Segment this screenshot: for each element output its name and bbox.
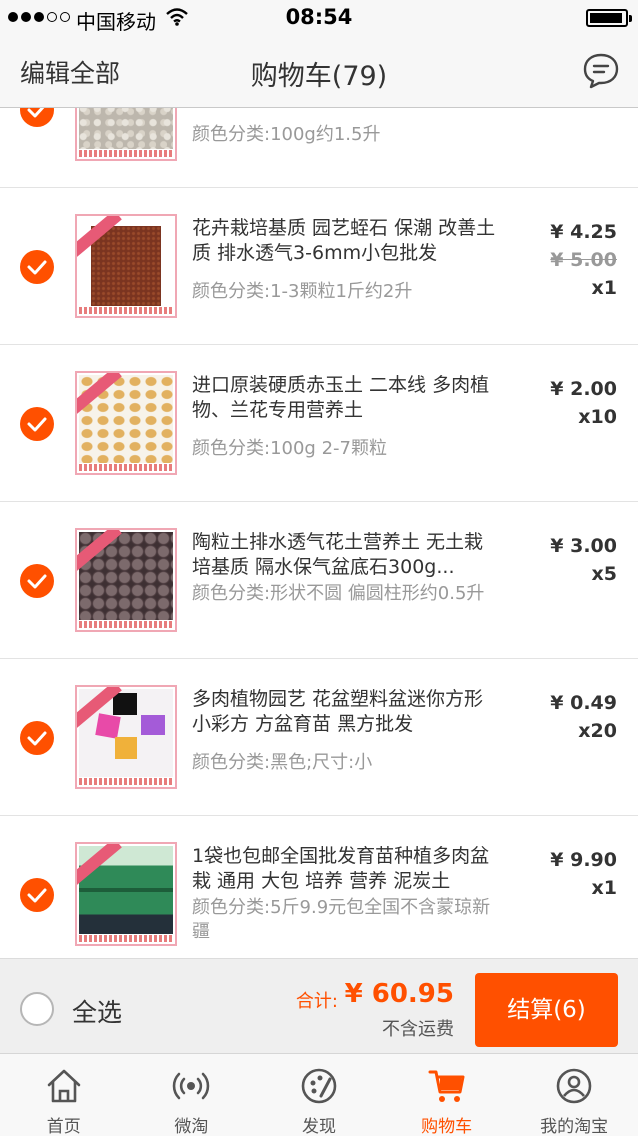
freight-note: 不含运费 (382, 1019, 454, 1040)
item-checkbox[interactable] (20, 250, 54, 284)
tab-home[interactable]: 首页 (0, 1054, 128, 1136)
item-quantity: x5 (591, 563, 617, 585)
cart-list[interactable]: 颜色分类:100g约1.5升 花卉栽培基质 园艺蛭石 保潮 改善土质 排水透气3… (0, 108, 638, 958)
checkmark-icon (27, 888, 47, 903)
checkmark-icon (27, 417, 47, 432)
item-quantity: x1 (591, 277, 617, 299)
total-amount: ¥ 60.95 (344, 979, 454, 1009)
cart-item[interactable]: 1袋也包邮全国批发育苗种植多肉盆栽 通用 大包 培养 营养 泥炭土 颜色分类:5… (0, 816, 638, 958)
edit-all-button[interactable]: 编辑全部 (20, 54, 120, 90)
tab-label: 我的淘宝 (540, 1117, 609, 1136)
checkmark-icon (27, 260, 47, 275)
item-quantity: x1 (591, 877, 617, 899)
item-checkbox[interactable] (20, 878, 54, 912)
battery-icon (586, 9, 632, 27)
item-checkbox[interactable] (20, 407, 54, 441)
item-spec: 颜色分类:100g 2-7颗粒 (192, 438, 387, 459)
cart-item[interactable]: 多肉植物园艺 花盆塑料盆迷你方形 小彩方 方盆育苗 黑方批发 颜色分类:黑色;尺… (0, 659, 638, 816)
product-image[interactable] (75, 842, 177, 946)
item-title[interactable]: 进口原装硬质赤玉土 二本线 多肉植物、兰花专用营养土 (192, 373, 497, 423)
nav-header: 编辑全部 购物车(79) (0, 36, 638, 108)
tab-label: 购物车 (421, 1117, 473, 1136)
product-image[interactable] (75, 371, 177, 475)
tab-discover[interactable]: 发现 (255, 1054, 383, 1136)
checkmark-icon (27, 108, 45, 118)
discover-icon (301, 1068, 337, 1104)
tab-label: 微淘 (174, 1117, 209, 1136)
item-spec: 颜色分类:形状不圆 偏圆柱形约0.5升 (192, 583, 485, 604)
item-spec: 颜色分类:1-3颗粒1斤约2升 (192, 281, 413, 302)
tab-cart[interactable]: 购物车 (383, 1054, 511, 1136)
cart-item[interactable]: 陶粒土排水透气花土营养土 无土栽培基质 隔水保气盆底石300g... 颜色分类:… (0, 502, 638, 659)
product-image[interactable] (75, 108, 177, 161)
item-original-price: ¥ 5.00 (550, 249, 617, 271)
tab-bar: 首页 微淘 发现 购物车 我的淘宝 (0, 1053, 638, 1136)
item-quantity: x10 (578, 406, 617, 428)
status-time: 08:54 (285, 5, 353, 29)
cart-item[interactable]: 花卉栽培基质 园艺蛭石 保潮 改善土质 排水透气3-6mm小包批发 颜色分类:1… (0, 188, 638, 345)
checkout-button[interactable]: 结算(6) (475, 973, 618, 1047)
item-title[interactable]: 花卉栽培基质 园艺蛭石 保潮 改善土质 排水透气3-6mm小包批发 (192, 216, 497, 266)
item-title[interactable]: 1袋也包邮全国批发育苗种植多肉盆栽 通用 大包 培养 营养 泥炭土 (192, 844, 497, 894)
item-title[interactable]: 陶粒土排水透气花土营养土 无土栽培基质 隔水保气盆底石300g... (192, 530, 497, 580)
product-image[interactable] (75, 214, 177, 318)
item-price: ¥ 0.49 (550, 692, 617, 714)
broadcast-icon (173, 1072, 210, 1100)
cart-item[interactable]: 颜色分类:100g约1.5升 (0, 108, 638, 188)
product-image[interactable] (75, 528, 177, 632)
status-bar: 中国移动 08:54 (0, 0, 638, 36)
chat-bubble-icon[interactable] (582, 52, 620, 90)
tab-label: 首页 (46, 1117, 81, 1136)
tab-label: 发现 (301, 1117, 336, 1136)
item-checkbox[interactable] (20, 108, 54, 127)
checkout-bar: 全选 合计: ¥ 60.95 不含运费 结算(6) (0, 958, 638, 1053)
checkmark-icon (27, 574, 47, 589)
item-title[interactable]: 多肉植物园艺 花盆塑料盆迷你方形 小彩方 方盆育苗 黑方批发 (192, 687, 497, 737)
item-spec: 颜色分类:黑色;尺寸:小 (192, 752, 373, 773)
home-icon (47, 1069, 81, 1103)
item-price: ¥ 4.25 (550, 221, 617, 243)
tab-my-taobao[interactable]: 我的淘宝 (510, 1054, 638, 1136)
tab-weitao[interactable]: 微淘 (128, 1054, 256, 1136)
profile-icon (556, 1068, 592, 1104)
item-quantity: x20 (578, 720, 617, 742)
item-checkbox[interactable] (20, 721, 54, 755)
item-price: ¥ 9.90 (550, 849, 617, 871)
cart-icon (428, 1070, 465, 1102)
item-price: ¥ 3.00 (550, 535, 617, 557)
total-label: 合计: (295, 991, 338, 1012)
select-all-label[interactable]: 全选 (72, 993, 122, 1029)
product-image[interactable] (75, 685, 177, 789)
checkmark-icon (27, 731, 47, 746)
item-spec: 颜色分类:5斤9.9元包全国不含蒙琼新疆 (192, 897, 491, 942)
item-price: ¥ 2.00 (550, 378, 617, 400)
item-checkbox[interactable] (20, 564, 54, 598)
select-all-checkbox[interactable] (20, 992, 54, 1026)
cart-item[interactable]: 进口原装硬质赤玉土 二本线 多肉植物、兰花专用营养土 颜色分类:100g 2-7… (0, 345, 638, 502)
item-spec: 颜色分类:100g约1.5升 (192, 124, 381, 145)
